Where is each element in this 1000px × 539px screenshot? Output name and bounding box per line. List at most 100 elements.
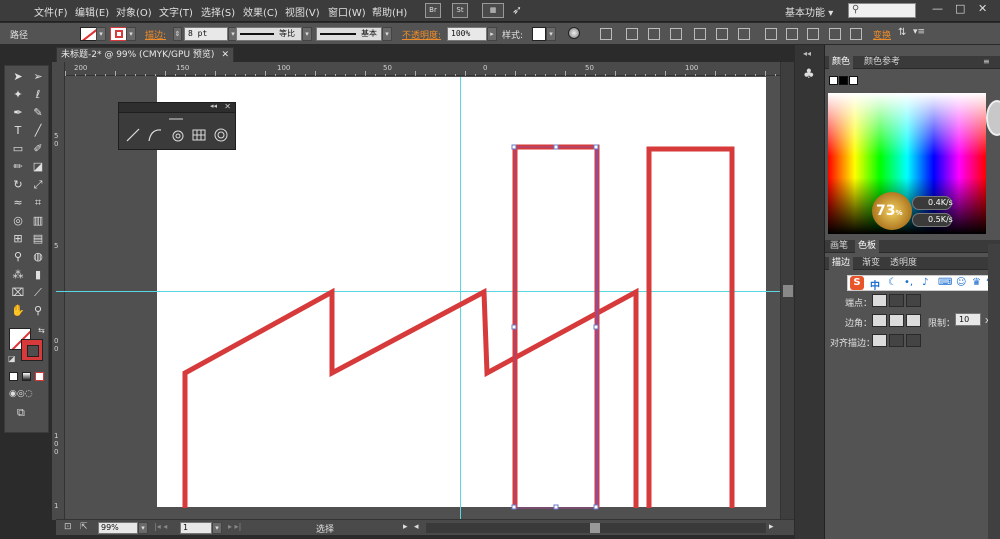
white-swatch[interactable] <box>849 76 858 85</box>
eraser-tool-icon[interactable]: ◪ <box>30 160 46 174</box>
zoom-dropdown[interactable]: ▾ <box>138 522 148 534</box>
stroke-dropdown[interactable]: ▾ <box>126 27 136 41</box>
distribute-horizontal-icon[interactable] <box>829 28 841 40</box>
magic-wand-tool-icon[interactable]: ✦ <box>10 88 26 102</box>
rotate-tool-icon[interactable]: ↻ <box>10 178 26 192</box>
round-join-button[interactable] <box>889 314 904 327</box>
round-cap-button[interactable] <box>889 294 904 307</box>
blend-tool-icon[interactable]: ◍ <box>30 250 46 264</box>
align-to-icon[interactable] <box>600 28 612 40</box>
stroke-weight-label[interactable]: 描边: <box>145 28 166 41</box>
search-input[interactable]: ⚲ <box>848 3 916 18</box>
floating-tool-panel[interactable]: ◂◂ ✕ <box>118 102 236 150</box>
pencil-tool-icon[interactable]: ✏ <box>10 160 26 174</box>
opacity-input[interactable]: 100% <box>447 27 487 41</box>
menu-object[interactable]: 对象(O) <box>116 4 152 19</box>
fill-dropdown[interactable]: ▾ <box>96 27 106 41</box>
swap-colors-icon[interactable]: ⇆ <box>38 326 45 335</box>
gpu-rocket-icon[interactable]: ➶ <box>512 3 522 17</box>
tab-brushes[interactable]: 画笔 <box>827 240 851 253</box>
default-colors-icon[interactable]: ◪ <box>8 354 16 363</box>
artboard-dropdown[interactable]: ▾ <box>212 522 222 534</box>
stock-icon[interactable]: St <box>452 3 468 18</box>
stroke-weight-input[interactable]: 8 pt <box>184 27 228 41</box>
opacity-label[interactable]: 不透明度: <box>402 28 441 41</box>
butt-cap-button[interactable] <box>872 294 887 307</box>
zoom-tool-icon[interactable]: ⚲ <box>30 304 46 318</box>
tab-stroke[interactable]: 描边 <box>829 257 854 270</box>
slice-tool-icon[interactable]: ⟋ <box>30 286 46 300</box>
next-artboard-icon[interactable]: ▸ ▸| <box>228 522 241 531</box>
distribute-bottom-icon[interactable] <box>807 28 819 40</box>
style-dropdown[interactable]: ▾ <box>546 27 556 41</box>
type-tool-icon[interactable]: T <box>10 124 26 138</box>
width-tool-icon[interactable]: ≈ <box>10 196 26 210</box>
align-stroke-outside-button[interactable] <box>906 334 921 347</box>
scroll-right-icon[interactable]: ▸ <box>769 522 774 532</box>
artboard-number-input[interactable]: 1 <box>180 522 212 534</box>
hand-tool-icon[interactable]: ✋ <box>10 304 26 318</box>
vertical-scroll-thumb[interactable] <box>783 285 793 297</box>
close-tab-icon[interactable]: ✕ <box>221 48 229 62</box>
distribute-center-icon[interactable] <box>786 28 798 40</box>
variable-width-profile[interactable]: 等比 <box>236 27 302 41</box>
ime-language-toggle[interactable]: 中 <box>870 277 880 292</box>
close-panel-icon[interactable]: ✕ <box>224 102 231 111</box>
align-bottom-icon[interactable] <box>738 28 750 40</box>
eyedropper-tool-icon[interactable]: ⚲ <box>10 250 26 264</box>
brush-dropdown[interactable]: ▾ <box>382 27 392 41</box>
menu-help[interactable]: 帮助(H) <box>372 4 407 19</box>
lasso-tool-icon[interactable]: ℓ <box>30 88 46 102</box>
black-swatch[interactable] <box>839 76 848 85</box>
rectangle-tool-icon[interactable]: ▭ <box>10 142 26 156</box>
arrange-documents-icon[interactable]: ▦ <box>482 3 504 18</box>
share-icon[interactable]: ⇱ <box>80 522 88 532</box>
tab-transparency[interactable]: 透明度 <box>887 257 920 270</box>
scale-tool-icon[interactable]: ⤢ <box>30 178 46 192</box>
scroll-left-icon[interactable]: ◂ <box>414 522 419 532</box>
brush-definition[interactable]: 基本 <box>316 27 382 41</box>
align-stroke-center-button[interactable] <box>872 334 887 347</box>
menu-file[interactable]: 文件(F) <box>34 4 68 19</box>
zoom-level-input[interactable]: 99% <box>98 522 138 534</box>
draw-mode-icons[interactable]: ◉◎◌ <box>9 389 33 399</box>
rectangle-tower-1[interactable] <box>512 144 600 508</box>
align-stroke-inside-button[interactable] <box>889 334 904 347</box>
ime-keyboard-icon[interactable]: ⌨ <box>938 277 952 288</box>
symbols-panel-icon[interactable]: ♣ <box>803 67 815 82</box>
menu-window[interactable]: 窗口(W) <box>328 4 366 19</box>
floating-panel-header[interactable]: ◂◂ ✕ <box>119 102 235 113</box>
zigzag-path[interactable] <box>182 287 639 508</box>
ime-user-icon[interactable]: ☺ <box>956 277 966 288</box>
ime-moon-icon[interactable]: ☾ <box>888 277 897 288</box>
tab-color-guide[interactable]: 颜色参考 <box>861 56 903 69</box>
panel-menu-icon[interactable]: ≡ <box>983 57 990 66</box>
close-button[interactable]: ✕ <box>978 2 987 15</box>
menu-effect[interactable]: 效果(C) <box>243 4 278 19</box>
menu-type[interactable]: 文字(T) <box>159 4 193 19</box>
tab-swatches[interactable]: 色板 <box>855 240 880 253</box>
align-right-icon[interactable] <box>670 28 682 40</box>
stroke-stepper[interactable]: ⇕ <box>173 27 182 41</box>
sogou-logo-icon[interactable]: S <box>850 276 864 290</box>
recolor-artwork-icon[interactable] <box>568 27 580 39</box>
shape-builder-tool-icon[interactable]: ◎ <box>10 214 26 228</box>
document-tab[interactable]: 未标题-2* @ 99% (CMYK/GPU 预览) ✕ <box>56 47 234 62</box>
collapse-icon[interactable]: ◂◂ <box>210 102 217 110</box>
color-mode-icon[interactable] <box>9 372 18 381</box>
graphic-style-swatch[interactable] <box>532 27 546 41</box>
align-left-icon[interactable] <box>626 28 638 40</box>
distribute-top-icon[interactable] <box>765 28 777 40</box>
first-artboard-icon[interactable]: |◂ ◂ <box>154 522 167 531</box>
none-mode-icon[interactable] <box>35 372 44 381</box>
line-segment-tool-icon[interactable]: ╱ <box>30 124 46 138</box>
panel-scrollbar[interactable] <box>988 244 1000 539</box>
distribute-right-icon[interactable] <box>850 28 862 40</box>
collapse-panels-icon[interactable]: ◂◂ <box>803 49 811 58</box>
selection-tool-icon[interactable]: ➤ <box>10 70 26 84</box>
gradient-mode-icon[interactable] <box>22 372 31 381</box>
align-middle-icon[interactable] <box>716 28 728 40</box>
gradient-tool-icon[interactable]: ▤ <box>30 232 46 246</box>
pen-tool-icon[interactable]: ✒ <box>10 106 26 120</box>
mesh-tool-icon[interactable]: ⊞ <box>10 232 26 246</box>
